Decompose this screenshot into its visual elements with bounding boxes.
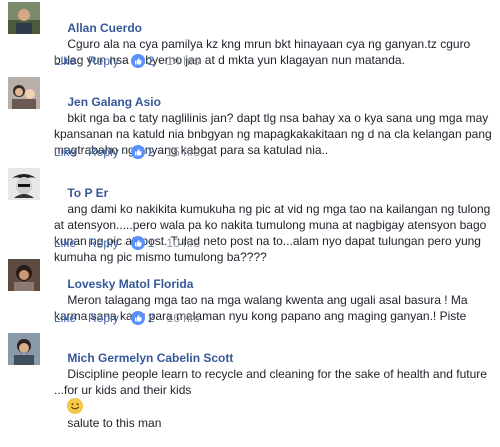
timestamp[interactable]: 15 hrs bbox=[166, 145, 199, 159]
comment-author[interactable]: Allan Cuerdo bbox=[67, 21, 142, 35]
comment-text: Discipline people learn to recycle and c… bbox=[54, 367, 491, 397]
reaction-count[interactable]: 2 bbox=[148, 311, 155, 325]
separator: · bbox=[80, 54, 85, 68]
timestamp[interactable]: 10 hrs bbox=[166, 236, 199, 250]
timestamp[interactable]: 14 hrs bbox=[166, 54, 199, 68]
separator: · bbox=[80, 311, 85, 325]
separator: · bbox=[122, 54, 127, 68]
comment-author[interactable]: To P Er bbox=[67, 186, 108, 200]
comment-actions: Like · Reply · 2 · 16 hrs bbox=[54, 310, 200, 326]
timestamp[interactable]: 16 hrs bbox=[166, 311, 199, 325]
separator: · bbox=[80, 236, 85, 250]
avatar[interactable] bbox=[8, 2, 40, 34]
reaction-count[interactable]: 2 bbox=[148, 54, 155, 68]
like-button[interactable]: Like bbox=[54, 311, 76, 325]
comment-text-end: salute to this man bbox=[67, 416, 162, 430]
comment-actions: Like · Reply · 2 · 15 hrs bbox=[54, 144, 200, 160]
reply-button[interactable]: Reply bbox=[88, 311, 119, 325]
thumbs-up-icon[interactable] bbox=[130, 145, 145, 159]
reply-button[interactable]: Reply bbox=[88, 236, 119, 250]
comment-author[interactable]: Mich Germelyn Cabelin Scott bbox=[67, 351, 233, 365]
comment-body: Lovesky Matol Florida Meron talagang mga… bbox=[54, 260, 494, 340]
avatar[interactable] bbox=[8, 168, 40, 200]
comment-text: ang dami ko nakikita kumukuha ng pic at … bbox=[54, 202, 494, 264]
comment-actions: Like · Reply · 1 · 10 hrs bbox=[54, 235, 200, 251]
comment-author[interactable]: Lovesky Matol Florida bbox=[67, 277, 193, 291]
reaction-count[interactable]: 2 bbox=[148, 145, 155, 159]
avatar[interactable] bbox=[8, 259, 40, 291]
separator: · bbox=[158, 236, 163, 250]
comment-body: Allan Cuerdo Cguro ala na cya pamilya kz… bbox=[54, 4, 494, 84]
separator: · bbox=[158, 54, 163, 68]
like-button[interactable]: Like bbox=[54, 54, 76, 68]
avatar[interactable] bbox=[8, 333, 40, 365]
thumbs-up-icon[interactable] bbox=[130, 311, 145, 325]
separator: · bbox=[122, 145, 127, 159]
separator: · bbox=[122, 311, 127, 325]
reply-button[interactable]: Reply bbox=[88, 54, 119, 68]
comment-author[interactable]: Jen Galang Asio bbox=[67, 95, 161, 109]
separator: · bbox=[80, 145, 85, 159]
thumbs-up-icon[interactable] bbox=[130, 54, 145, 68]
smiley-icon bbox=[67, 398, 84, 414]
avatar[interactable] bbox=[8, 77, 40, 109]
reply-button[interactable]: Reply bbox=[88, 145, 119, 159]
like-button[interactable]: Like bbox=[54, 236, 76, 250]
thumbs-up-icon[interactable] bbox=[130, 236, 145, 250]
comment-body: Mich Germelyn Cabelin Scott Discipline p… bbox=[54, 334, 494, 447]
reaction-count[interactable]: 1 bbox=[148, 236, 155, 250]
separator: · bbox=[122, 236, 127, 250]
separator: · bbox=[158, 145, 163, 159]
like-button[interactable]: Like bbox=[54, 145, 76, 159]
comment-actions: Like · Reply · 2 · 14 hrs bbox=[54, 53, 200, 69]
separator: · bbox=[158, 311, 163, 325]
